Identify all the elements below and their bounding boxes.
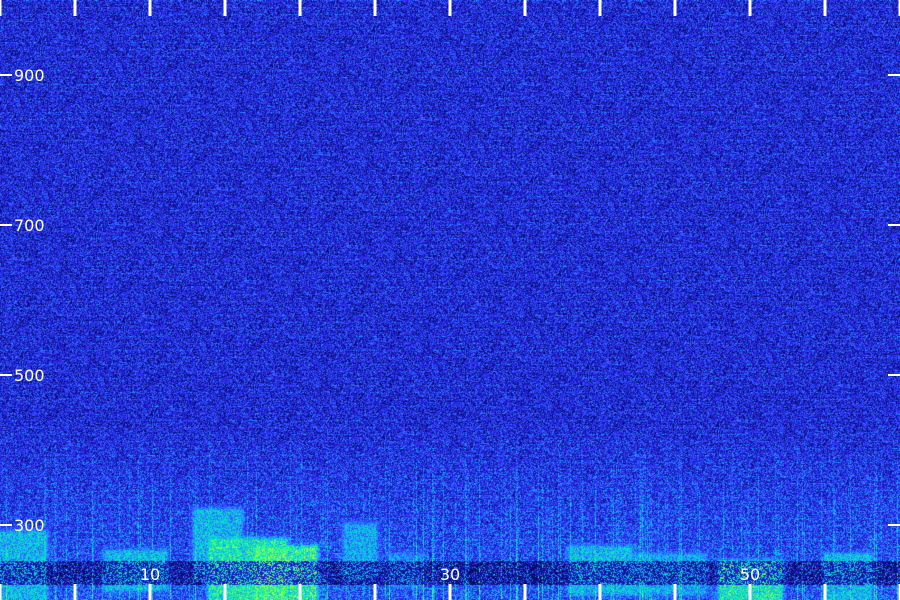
y-tick-label-900: 900 xyxy=(14,66,45,85)
x-tick-label-50: 50 xyxy=(740,565,760,584)
y-tick-label-500: 500 xyxy=(14,366,45,385)
y-tick-label-300: 300 xyxy=(14,516,45,535)
x-tick-label-30: 30 xyxy=(440,565,460,584)
spectrogram-axes-overlay: 10 30 50 300 500 700 900 xyxy=(0,0,900,600)
x-tick-label-10: 10 xyxy=(140,565,160,584)
x-axis-ticks xyxy=(0,0,900,600)
y-tick-label-700: 700 xyxy=(14,216,45,235)
y-axis-ticks xyxy=(0,74,900,526)
x-axis-tick-labels: 10 30 50 xyxy=(140,565,760,584)
y-axis-tick-labels: 300 500 700 900 xyxy=(14,66,45,535)
